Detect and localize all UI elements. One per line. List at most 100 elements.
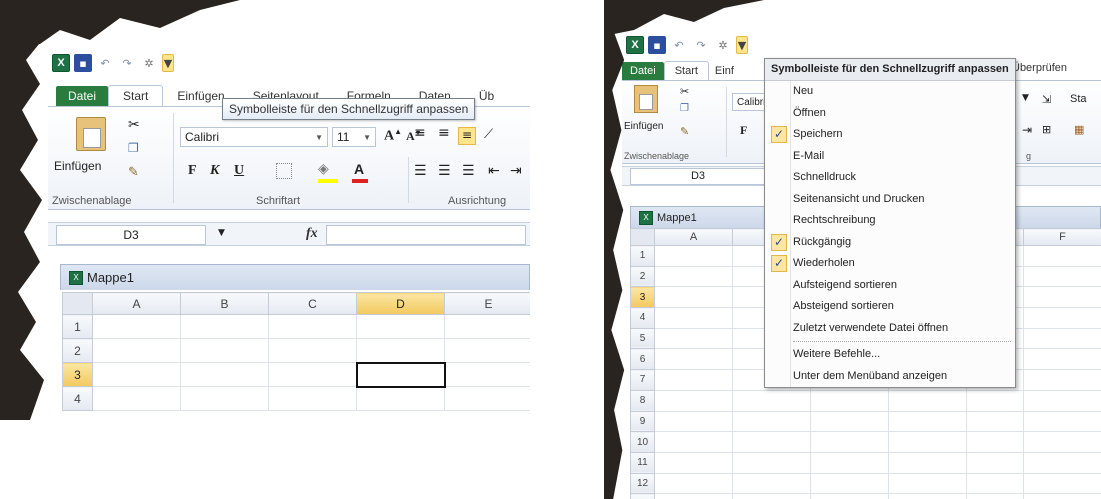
paste-button[interactable]: Einfügen: [624, 121, 663, 132]
cell[interactable]: [1023, 369, 1101, 391]
copy-icon[interactable]: ❐: [680, 103, 689, 114]
cell[interactable]: [732, 431, 811, 453]
cell[interactable]: [654, 286, 733, 309]
paste-button[interactable]: Einfügen: [54, 159, 101, 173]
menu-item-show-below-ribbon[interactable]: Unter dem Menüband anzeigen: [765, 366, 1015, 388]
cell[interactable]: [1023, 265, 1101, 288]
grow-font-icon[interactable]: A▲: [384, 127, 402, 145]
cell[interactable]: [732, 472, 811, 495]
cell[interactable]: [810, 410, 889, 433]
row-header[interactable]: 1: [630, 245, 655, 267]
decrease-indent-icon[interactable]: ⇤: [488, 163, 500, 179]
copy-icon[interactable]: ❐: [128, 141, 139, 155]
cell[interactable]: [732, 493, 811, 499]
cell[interactable]: [180, 314, 269, 339]
row-header[interactable]: 6: [630, 348, 655, 371]
cell[interactable]: [654, 348, 733, 371]
cell[interactable]: [92, 362, 181, 387]
cell[interactable]: [810, 472, 889, 495]
menu-item[interactable]: Absteigend sortieren: [765, 296, 1015, 318]
menu-item[interactable]: E-Mail: [765, 146, 1015, 168]
row-header[interactable]: 9: [630, 410, 655, 433]
cell[interactable]: [888, 451, 967, 474]
cell[interactable]: [654, 369, 733, 391]
align-bottom-icon[interactable]: ≡: [458, 127, 476, 145]
tab-file[interactable]: Datei: [56, 86, 109, 106]
cell[interactable]: [1023, 410, 1101, 433]
styles-button[interactable]: Sta: [1070, 93, 1087, 105]
cell[interactable]: [888, 493, 967, 499]
tab-review[interactable]: Überprüfen: [1012, 62, 1067, 74]
cell[interactable]: [92, 314, 181, 339]
row-header[interactable]: 3: [630, 286, 655, 309]
indent-icon[interactable]: ⇥: [1022, 123, 1032, 137]
cell[interactable]: [810, 431, 889, 453]
cell[interactable]: [180, 386, 269, 411]
row-header-3[interactable]: 3: [62, 362, 93, 387]
tab-file[interactable]: Datei: [622, 62, 664, 80]
row-header[interactable]: 13: [630, 493, 655, 499]
chevron-down-icon[interactable]: ▼: [218, 228, 225, 238]
cell[interactable]: [1023, 493, 1101, 499]
cell[interactable]: [1023, 348, 1101, 371]
row-header-2[interactable]: 2: [62, 338, 93, 363]
underline-button[interactable]: U: [234, 163, 244, 179]
cell[interactable]: [1023, 307, 1101, 329]
format-painter-icon[interactable]: ✎: [680, 125, 689, 138]
chevron-down-icon[interactable]: ▼: [1022, 93, 1029, 103]
cell[interactable]: [888, 410, 967, 433]
cell[interactable]: [810, 451, 889, 474]
cell[interactable]: [92, 338, 181, 363]
cut-icon[interactable]: ✂: [128, 117, 140, 133]
row-header-1[interactable]: 1: [62, 314, 93, 339]
align-right-icon[interactable]: ☰: [462, 163, 475, 179]
cell[interactable]: [966, 493, 1024, 499]
menu-item[interactable]: ✓ Rückgängig: [765, 232, 1015, 254]
fill-color-icon[interactable]: ◈: [318, 161, 329, 177]
align-top-icon[interactable]: ≡: [414, 125, 426, 141]
column-header-b[interactable]: B: [180, 292, 269, 315]
cell[interactable]: [268, 338, 357, 363]
align-left-icon[interactable]: ☰: [414, 163, 427, 179]
tab-start[interactable]: Start: [663, 61, 709, 80]
cut-icon[interactable]: ✂: [680, 85, 689, 98]
cell[interactable]: [1023, 286, 1101, 309]
name-box[interactable]: D3: [56, 225, 206, 245]
cell[interactable]: [810, 389, 889, 412]
cell[interactable]: [654, 493, 733, 499]
select-all-corner[interactable]: [62, 292, 93, 315]
cell[interactable]: [888, 389, 967, 412]
cell[interactable]: [268, 362, 357, 387]
font-name-select[interactable]: Calibri ▼: [180, 127, 328, 147]
italic-button[interactable]: K: [210, 163, 219, 179]
align-middle-icon[interactable]: ≡: [438, 125, 450, 141]
menu-item[interactable]: Öffnen: [765, 103, 1015, 125]
cell[interactable]: [444, 314, 530, 339]
cell[interactable]: [966, 451, 1024, 474]
paste-icon[interactable]: [634, 85, 658, 113]
name-box[interactable]: D3: [630, 168, 766, 185]
cell[interactable]: [1023, 245, 1101, 267]
row-header[interactable]: 8: [630, 389, 655, 412]
column-header-a[interactable]: A: [654, 228, 733, 246]
paste-icon[interactable]: [76, 117, 106, 151]
align-center-icon[interactable]: ☰: [438, 163, 451, 179]
cell[interactable]: [732, 389, 811, 412]
cell[interactable]: [732, 451, 811, 474]
column-header-d[interactable]: D: [356, 292, 445, 315]
column-header-e[interactable]: E: [444, 292, 530, 315]
cell[interactable]: [444, 362, 530, 387]
menu-item-more-commands[interactable]: Weitere Befehle...: [765, 344, 1015, 366]
row-header[interactable]: 12: [630, 472, 655, 495]
cell[interactable]: [888, 431, 967, 453]
active-cell-d3[interactable]: [355, 361, 446, 388]
cell[interactable]: [268, 314, 357, 339]
font-color-icon[interactable]: A: [354, 161, 364, 177]
cell[interactable]: [356, 386, 445, 411]
border-icon[interactable]: [276, 163, 292, 179]
select-all-corner[interactable]: [630, 228, 655, 246]
row-header[interactable]: 5: [630, 327, 655, 350]
cell[interactable]: [654, 307, 733, 329]
cell[interactable]: [444, 386, 530, 411]
cell[interactable]: [356, 314, 445, 339]
